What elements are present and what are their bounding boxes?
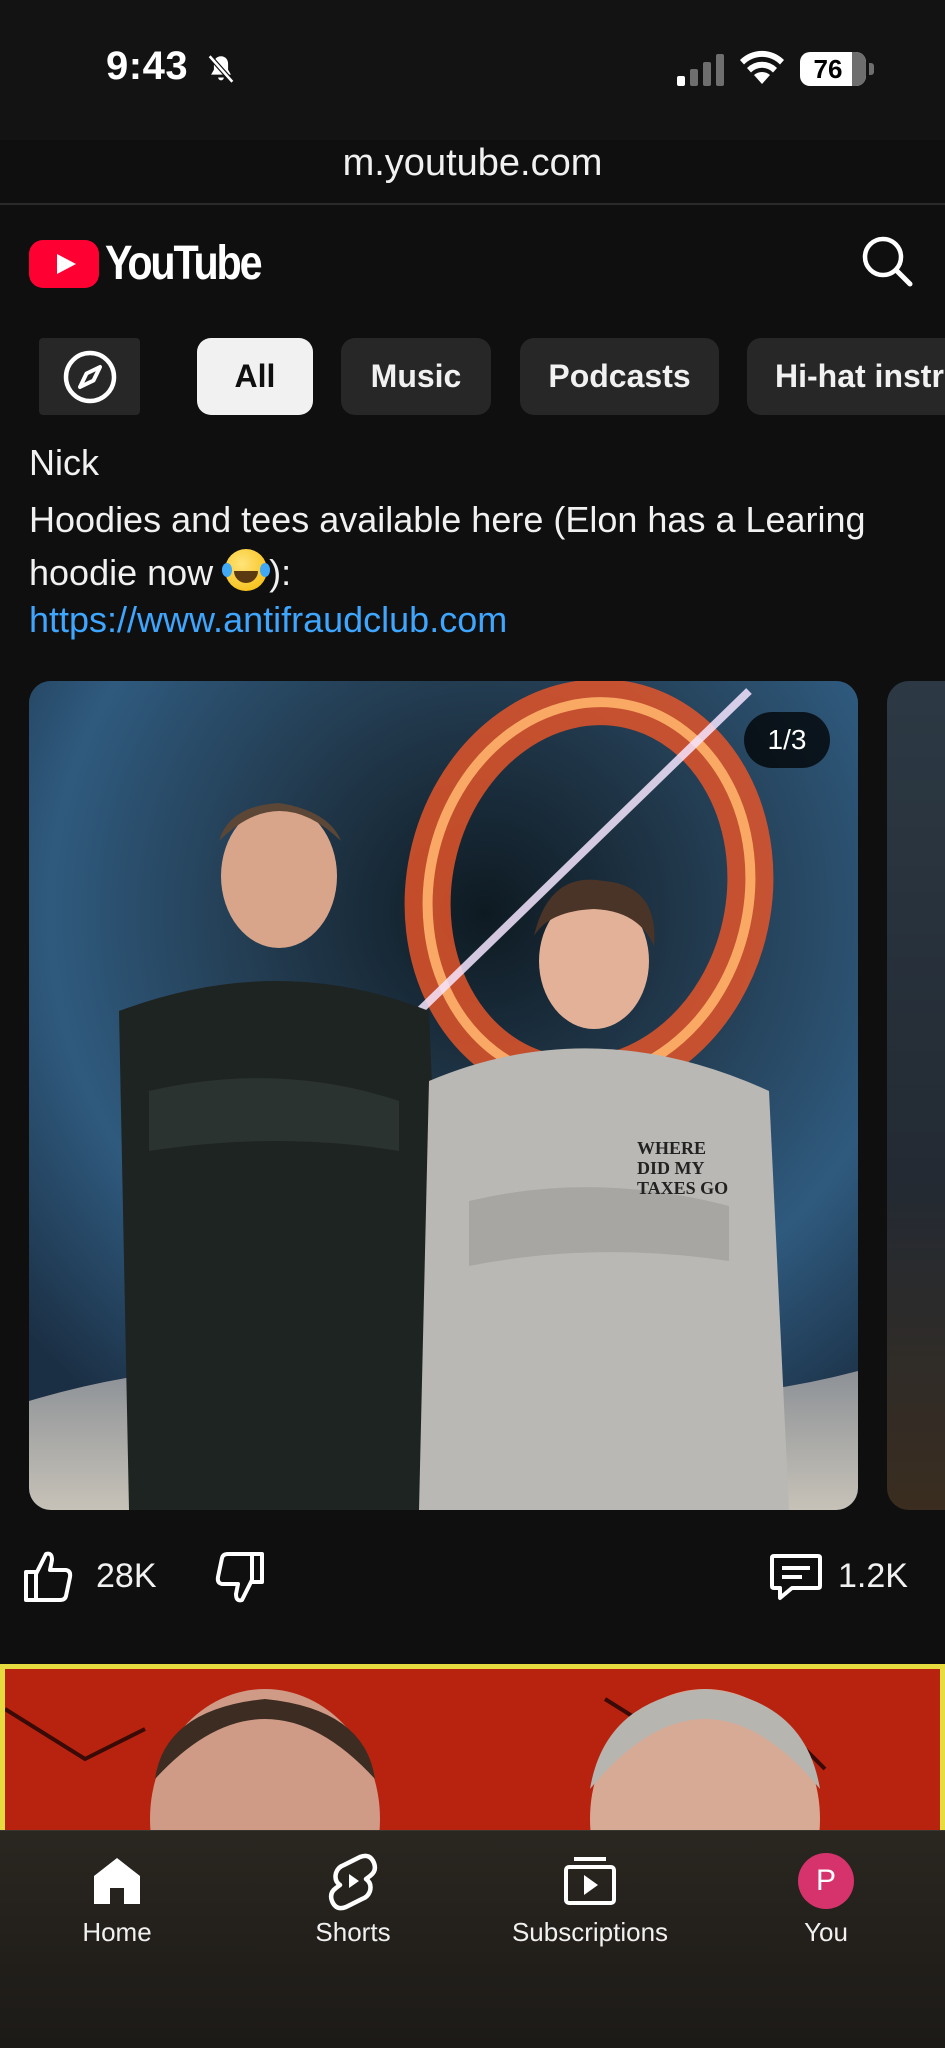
comment-count: 1.2K (838, 1557, 908, 1595)
battery-level: 76 (813, 53, 843, 84)
like-icon[interactable] (22, 1548, 74, 1604)
nav-subscriptions[interactable]: Subscriptions (500, 1851, 680, 1961)
post-link[interactable]: https://www.antifraudclub.com (29, 599, 507, 641)
explore-button[interactable] (39, 338, 140, 415)
status-time: 9:43 (106, 44, 189, 88)
like-count: 28K (96, 1557, 157, 1595)
bottom-navigation: Home Shorts Subscriptions P You (0, 1830, 945, 2048)
logo-text: YouTube (105, 237, 263, 290)
battery-indicator: 76 (800, 52, 866, 86)
youtube-play-icon (29, 239, 99, 288)
avatar: P (798, 1853, 854, 1909)
wifi-icon (740, 50, 784, 84)
battery-tip (869, 63, 874, 75)
thumbnail-image (5, 1669, 940, 1834)
post-photo: WHERE DID MY TAXES GO (29, 681, 858, 1510)
chip-podcasts[interactable]: Podcasts (520, 338, 719, 415)
next-video-thumbnail[interactable] (0, 1664, 945, 1834)
youtube-logo[interactable]: YouTube (29, 236, 286, 291)
post-author[interactable]: Nick (29, 442, 99, 484)
post-text-main: Hoodies and tees available here (Elon ha… (29, 499, 866, 593)
next-image-card[interactable] (887, 681, 945, 1510)
post-text-end: ): (269, 552, 292, 593)
cellular-signal-icon (677, 54, 724, 86)
nav-label-shorts: Shorts (315, 1917, 391, 1947)
chip-all[interactable]: All (197, 338, 313, 415)
divider (0, 203, 945, 205)
nav-you[interactable]: P You (736, 1851, 916, 1961)
address-bar-url[interactable]: m.youtube.com (0, 142, 945, 185)
chip-music[interactable]: Music (341, 338, 491, 415)
post-image[interactable]: WHERE DID MY TAXES GO (29, 681, 858, 1510)
bell-muted-icon (207, 54, 235, 84)
nav-home[interactable]: Home (27, 1851, 207, 1961)
compass-icon (63, 350, 116, 403)
home-icon (94, 1858, 140, 1904)
category-chips: All Music Podcasts Hi-hat instr (0, 337, 945, 415)
post-text: Hoodies and tees available here (Elon ha… (29, 493, 929, 599)
shorts-icon (328, 1853, 378, 1911)
image-counter: 1/3 (744, 712, 830, 768)
dislike-icon[interactable] (214, 1550, 266, 1606)
nav-label-home: Home (82, 1917, 152, 1947)
comment-icon[interactable] (768, 1550, 824, 1604)
subscriptions-icon (564, 1857, 616, 1905)
chip-hi-hat[interactable]: Hi-hat instr (747, 338, 945, 415)
status-bar: 9:43 76 m.youtube.com (0, 0, 945, 205)
nav-label-subscriptions: Subscriptions (511, 1917, 669, 1947)
nav-label-you: You (804, 1917, 848, 1947)
nav-shorts[interactable]: Shorts (263, 1851, 443, 1961)
laughing-emoji-icon (222, 549, 268, 591)
search-icon[interactable] (858, 232, 916, 290)
